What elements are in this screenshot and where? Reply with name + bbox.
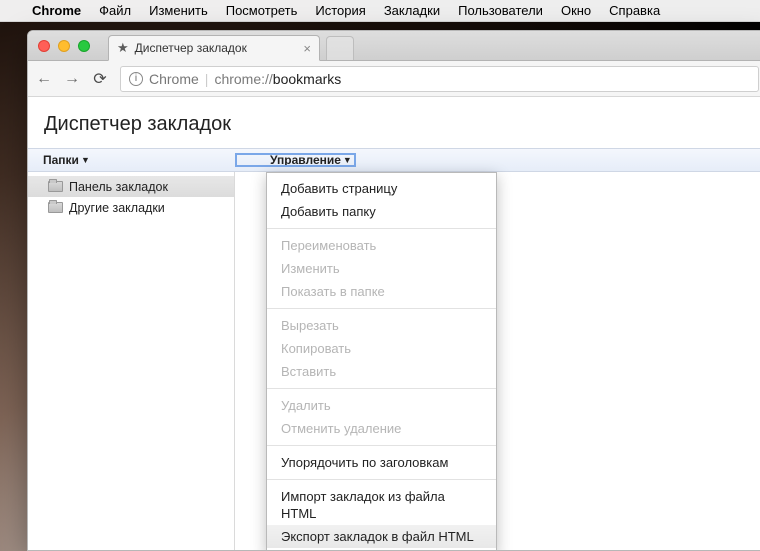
menubar-app[interactable]: Chrome (32, 3, 81, 18)
menu-undo-delete: Отменить удаление (267, 417, 496, 440)
manage-dropdown-button[interactable]: Управление ▼ (235, 153, 356, 167)
tab-title: Диспетчер закладок (135, 41, 247, 55)
menu-cut: Вырезать (267, 314, 496, 337)
menubar-item[interactable]: Файл (99, 3, 131, 18)
window-zoom-button[interactable] (78, 40, 90, 52)
menu-add-folder[interactable]: Добавить папку (267, 200, 496, 223)
folders-column-header[interactable]: Папки ▼ (28, 153, 235, 167)
macos-menubar: Chrome Файл Изменить Посмотреть История … (0, 0, 760, 22)
folder-label: Панель закладок (69, 180, 168, 194)
omnibox-scheme: chrome:// (214, 71, 272, 87)
browser-toolbar: ← → ⟳ i Chrome | chrome://bookmarks (28, 61, 760, 97)
omnibox-site-label: Chrome (149, 71, 199, 87)
folder-icon (48, 181, 63, 192)
omnibox[interactable]: i Chrome | chrome://bookmarks (120, 66, 759, 92)
menu-delete: Удалить (267, 394, 496, 417)
folder-icon (48, 202, 63, 213)
menu-separator (267, 445, 496, 446)
sidebar-folder[interactable]: Панель закладок (28, 176, 234, 197)
bookmarks-panel: Добавить страницу Добавить папку Переиме… (235, 172, 760, 550)
menubar-item[interactable]: История (315, 3, 365, 18)
window-close-button[interactable] (38, 40, 50, 52)
menu-paste: Вставить (267, 360, 496, 383)
folder-label: Другие закладки (69, 201, 165, 215)
menu-rename: Переименовать (267, 234, 496, 257)
sidebar-folder[interactable]: Другие закладки (28, 197, 234, 218)
window-controls (38, 40, 90, 52)
folders-sidebar: Панель закладок Другие закладки (28, 172, 235, 550)
star-icon: ★ (117, 40, 129, 56)
manage-dropdown-menu: Добавить страницу Добавить папку Переиме… (266, 172, 497, 551)
new-tab-button[interactable] (326, 36, 354, 60)
caret-down-icon: ▼ (81, 155, 90, 165)
tab-close-icon[interactable]: × (303, 41, 311, 56)
menubar-item[interactable]: Справка (609, 3, 660, 18)
menubar-item[interactable]: Посмотреть (226, 3, 298, 18)
menu-separator (267, 228, 496, 229)
browser-window: ★ Диспетчер закладок × ← → ⟳ i Chrome | … (27, 30, 760, 551)
menu-export-html[interactable]: Экспорт закладок в файл HTML (267, 525, 496, 548)
reload-button[interactable]: ⟳ (92, 69, 108, 89)
omnibox-path: bookmarks (273, 71, 341, 87)
menu-add-page[interactable]: Добавить страницу (267, 177, 496, 200)
menu-copy: Копировать (267, 337, 496, 360)
caret-down-icon: ▼ (343, 155, 352, 165)
forward-button[interactable]: → (64, 70, 80, 88)
manage-label: Управление (270, 153, 341, 167)
menubar-item[interactable]: Пользователи (458, 3, 543, 18)
site-info-icon[interactable]: i (129, 72, 143, 86)
menu-edit: Изменить (267, 257, 496, 280)
back-button[interactable]: ← (36, 70, 52, 88)
window-minimize-button[interactable] (58, 40, 70, 52)
menubar-item[interactable]: Закладки (384, 3, 440, 18)
menu-show-in-folder: Показать в папке (267, 280, 496, 303)
tab-strip: ★ Диспетчер закладок × (28, 31, 760, 61)
menu-import-html[interactable]: Импорт закладок из файла HTML (267, 485, 496, 525)
menu-sort-by-title[interactable]: Упорядочить по заголовкам (267, 451, 496, 474)
browser-tab[interactable]: ★ Диспетчер закладок × (108, 35, 320, 61)
folders-label: Папки (43, 153, 79, 167)
column-header-row: Папки ▼ Управление ▼ (28, 148, 760, 172)
menubar-item[interactable]: Изменить (149, 3, 208, 18)
page-content: Диспетчер закладок Папки ▼ Управление ▼ … (28, 97, 760, 550)
menubar-item[interactable]: Окно (561, 3, 591, 18)
menu-separator (267, 479, 496, 480)
menu-separator (267, 308, 496, 309)
page-title: Диспетчер закладок (28, 97, 760, 148)
menu-separator (267, 388, 496, 389)
